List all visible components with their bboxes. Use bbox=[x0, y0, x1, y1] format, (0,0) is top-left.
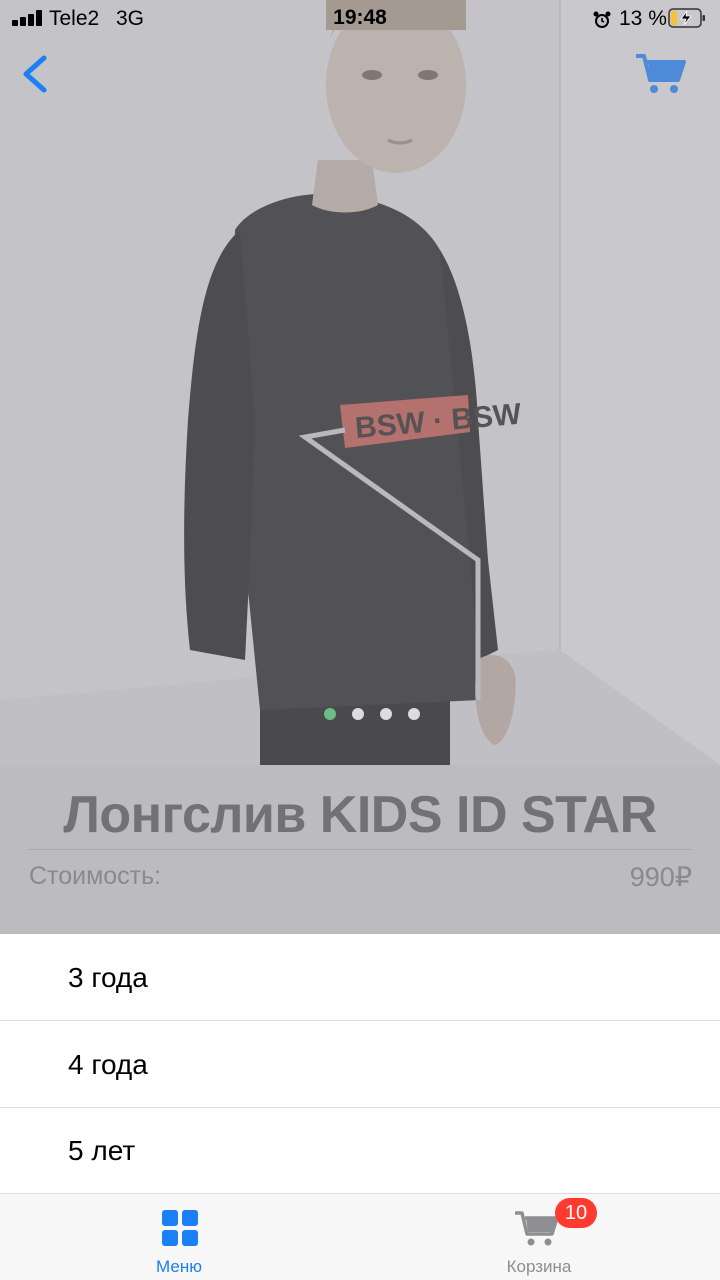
carousel-dot-1[interactable] bbox=[324, 708, 336, 720]
price-label: Стоимость: bbox=[29, 862, 162, 890]
product-title: Лонгслив KIDS ID STAR bbox=[63, 786, 657, 844]
carousel-dot-4[interactable] bbox=[408, 708, 420, 720]
chevron-left-icon bbox=[23, 55, 47, 93]
clock: 19:48 bbox=[333, 6, 387, 29]
tab-cart-label: Корзина bbox=[506, 1257, 572, 1276]
carousel-dot-2[interactable] bbox=[352, 708, 364, 720]
product-photo-illustration: BSW · BSW bbox=[0, 0, 720, 765]
battery-charging-icon bbox=[668, 8, 705, 28]
size-option-3-years[interactable]: 3 года bbox=[0, 934, 720, 1021]
battery-percentage: 13 % bbox=[619, 7, 667, 30]
status-bar: Tele2 3G 19:48 13 % bbox=[0, 0, 720, 40]
cart-count-badge: 10 bbox=[555, 1198, 597, 1228]
size-option-4-years[interactable]: 4 года bbox=[0, 1021, 720, 1108]
carousel-dot-3[interactable] bbox=[380, 708, 392, 720]
tab-menu-label: Меню bbox=[156, 1257, 202, 1276]
size-option-5-years[interactable]: 5 лет bbox=[0, 1108, 720, 1194]
divider bbox=[28, 849, 692, 850]
cart-icon bbox=[636, 54, 686, 93]
cart-icon bbox=[515, 1211, 559, 1246]
cart-button[interactable] bbox=[634, 50, 688, 96]
product-info: Лонгслив KIDS ID STAR Стоимость: 990₽ bbox=[0, 765, 720, 934]
price-value: 990₽ bbox=[629, 862, 692, 892]
alarm-icon bbox=[593, 11, 611, 28]
product-image[interactable]: BSW · BSW bbox=[0, 0, 720, 765]
back-button[interactable] bbox=[16, 52, 56, 96]
size-picker-sheet: 3 года 4 года 5 лет bbox=[0, 934, 720, 1194]
tab-bar: Меню 10 Корзина bbox=[0, 1194, 720, 1280]
image-carousel-indicator bbox=[12, 708, 720, 724]
tab-cart[interactable]: 10 Корзина bbox=[439, 1194, 639, 1280]
grid-icon bbox=[162, 1210, 198, 1246]
tab-menu[interactable]: Меню bbox=[79, 1194, 279, 1280]
